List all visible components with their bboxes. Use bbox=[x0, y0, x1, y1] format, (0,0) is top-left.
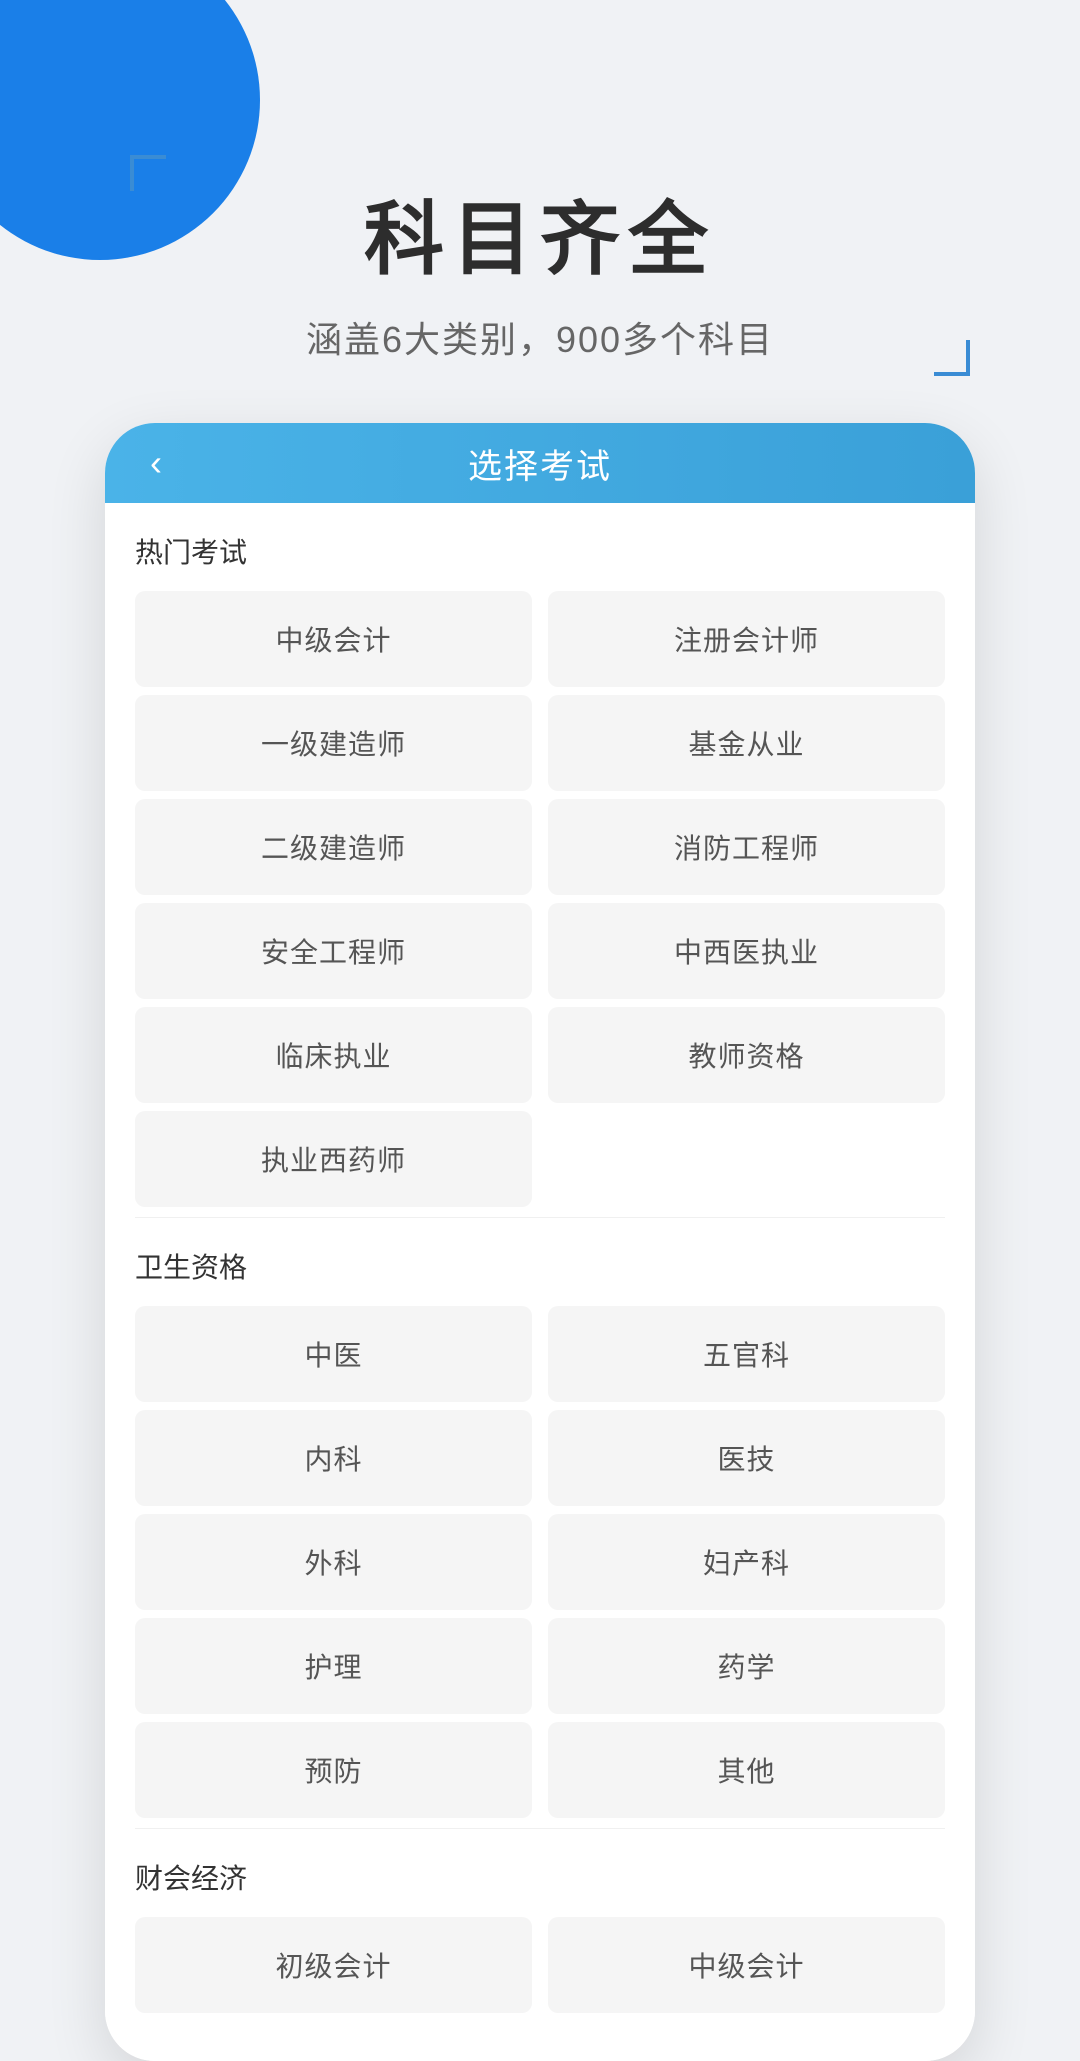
back-button[interactable]: ‹ bbox=[135, 432, 177, 494]
hot-exams-grid-row5: 临床执业 教师资格 bbox=[135, 1007, 945, 1103]
exam-btn-mid-accounting[interactable]: 中级会计 bbox=[135, 591, 532, 687]
exam-btn-fund[interactable]: 基金从业 bbox=[548, 695, 945, 791]
phone-mockup: ‹ 选择考试 热门考试 中级会计 注册会计师 一级建造师 基金从业 二级建造师 … bbox=[105, 423, 975, 2061]
exam-btn-junior-accounting[interactable]: 初级会计 bbox=[135, 1917, 532, 2013]
exam-btn-cpa[interactable]: 注册会计师 bbox=[548, 591, 945, 687]
health-cert-grid-row3: 外科 妇产科 bbox=[135, 1514, 945, 1610]
health-cert-grid-row5: 预防 其他 bbox=[135, 1722, 945, 1818]
health-cert-grid-row2: 内科 医技 bbox=[135, 1410, 945, 1506]
phone-mockup-wrapper: ‹ 选择考试 热门考试 中级会计 注册会计师 一级建造师 基金从业 二级建造师 … bbox=[0, 423, 1080, 2061]
exam-btn-mid-accounting2[interactable]: 中级会计 bbox=[548, 1917, 945, 2013]
exam-btn-teacher-cert[interactable]: 教师资格 bbox=[548, 1007, 945, 1103]
exam-btn-med-tech[interactable]: 医技 bbox=[548, 1410, 945, 1506]
hot-exams-grid-row3: 二级建造师 消防工程师 bbox=[135, 799, 945, 895]
exam-btn-ent[interactable]: 五官科 bbox=[548, 1306, 945, 1402]
exam-btn-west-pharmacist[interactable]: 执业西药师 bbox=[135, 1111, 532, 1207]
health-cert-grid-row1: 中医 五官科 bbox=[135, 1306, 945, 1402]
section-hot-exams-header: 热门考试 bbox=[135, 503, 945, 591]
exam-btn-chn-west-med[interactable]: 中西医执业 bbox=[548, 903, 945, 999]
exam-btn-second-builder[interactable]: 二级建造师 bbox=[135, 799, 532, 895]
exam-btn-nursing[interactable]: 护理 bbox=[135, 1618, 532, 1714]
section-finance-econ-header: 财会经济 bbox=[135, 1829, 945, 1917]
exam-btn-first-builder[interactable]: 一级建造师 bbox=[135, 695, 532, 791]
exam-btn-surgery[interactable]: 外科 bbox=[135, 1514, 532, 1610]
exam-btn-internal-med[interactable]: 内科 bbox=[135, 1410, 532, 1506]
finance-econ-grid-row1: 初级会计 中级会计 bbox=[135, 1917, 945, 2013]
header-section: 科目齐全 涵盖6大类别，900多个科目 bbox=[0, 0, 1080, 423]
exam-btn-safety-eng[interactable]: 安全工程师 bbox=[135, 903, 532, 999]
content-area: 热门考试 中级会计 注册会计师 一级建造师 基金从业 二级建造师 消防工程师 安… bbox=[105, 503, 975, 2061]
section-health-cert-header: 卫生资格 bbox=[135, 1218, 945, 1306]
health-cert-grid-row4: 护理 药学 bbox=[135, 1618, 945, 1714]
nav-title: 选择考试 bbox=[468, 439, 612, 488]
hot-exams-grid-row6: 执业西药师 bbox=[135, 1111, 945, 1207]
exam-btn-prevention[interactable]: 预防 bbox=[135, 1722, 532, 1818]
hot-exams-grid-row2: 一级建造师 基金从业 bbox=[135, 695, 945, 791]
sub-title: 涵盖6大类别，900多个科目 bbox=[0, 311, 1080, 363]
hot-exams-grid-row1: 中级会计 注册会计师 bbox=[135, 591, 945, 687]
exam-btn-other[interactable]: 其他 bbox=[548, 1722, 945, 1818]
exam-btn-obstetrics[interactable]: 妇产科 bbox=[548, 1514, 945, 1610]
exam-btn-tcm[interactable]: 中医 bbox=[135, 1306, 532, 1402]
main-title: 科目齐全 bbox=[0, 175, 1080, 291]
exam-btn-clinical[interactable]: 临床执业 bbox=[135, 1007, 532, 1103]
hot-exams-grid-row4: 安全工程师 中西医执业 bbox=[135, 903, 945, 999]
exam-btn-pharmacy[interactable]: 药学 bbox=[548, 1618, 945, 1714]
nav-bar: ‹ 选择考试 bbox=[105, 423, 975, 503]
exam-btn-fire-eng[interactable]: 消防工程师 bbox=[548, 799, 945, 895]
